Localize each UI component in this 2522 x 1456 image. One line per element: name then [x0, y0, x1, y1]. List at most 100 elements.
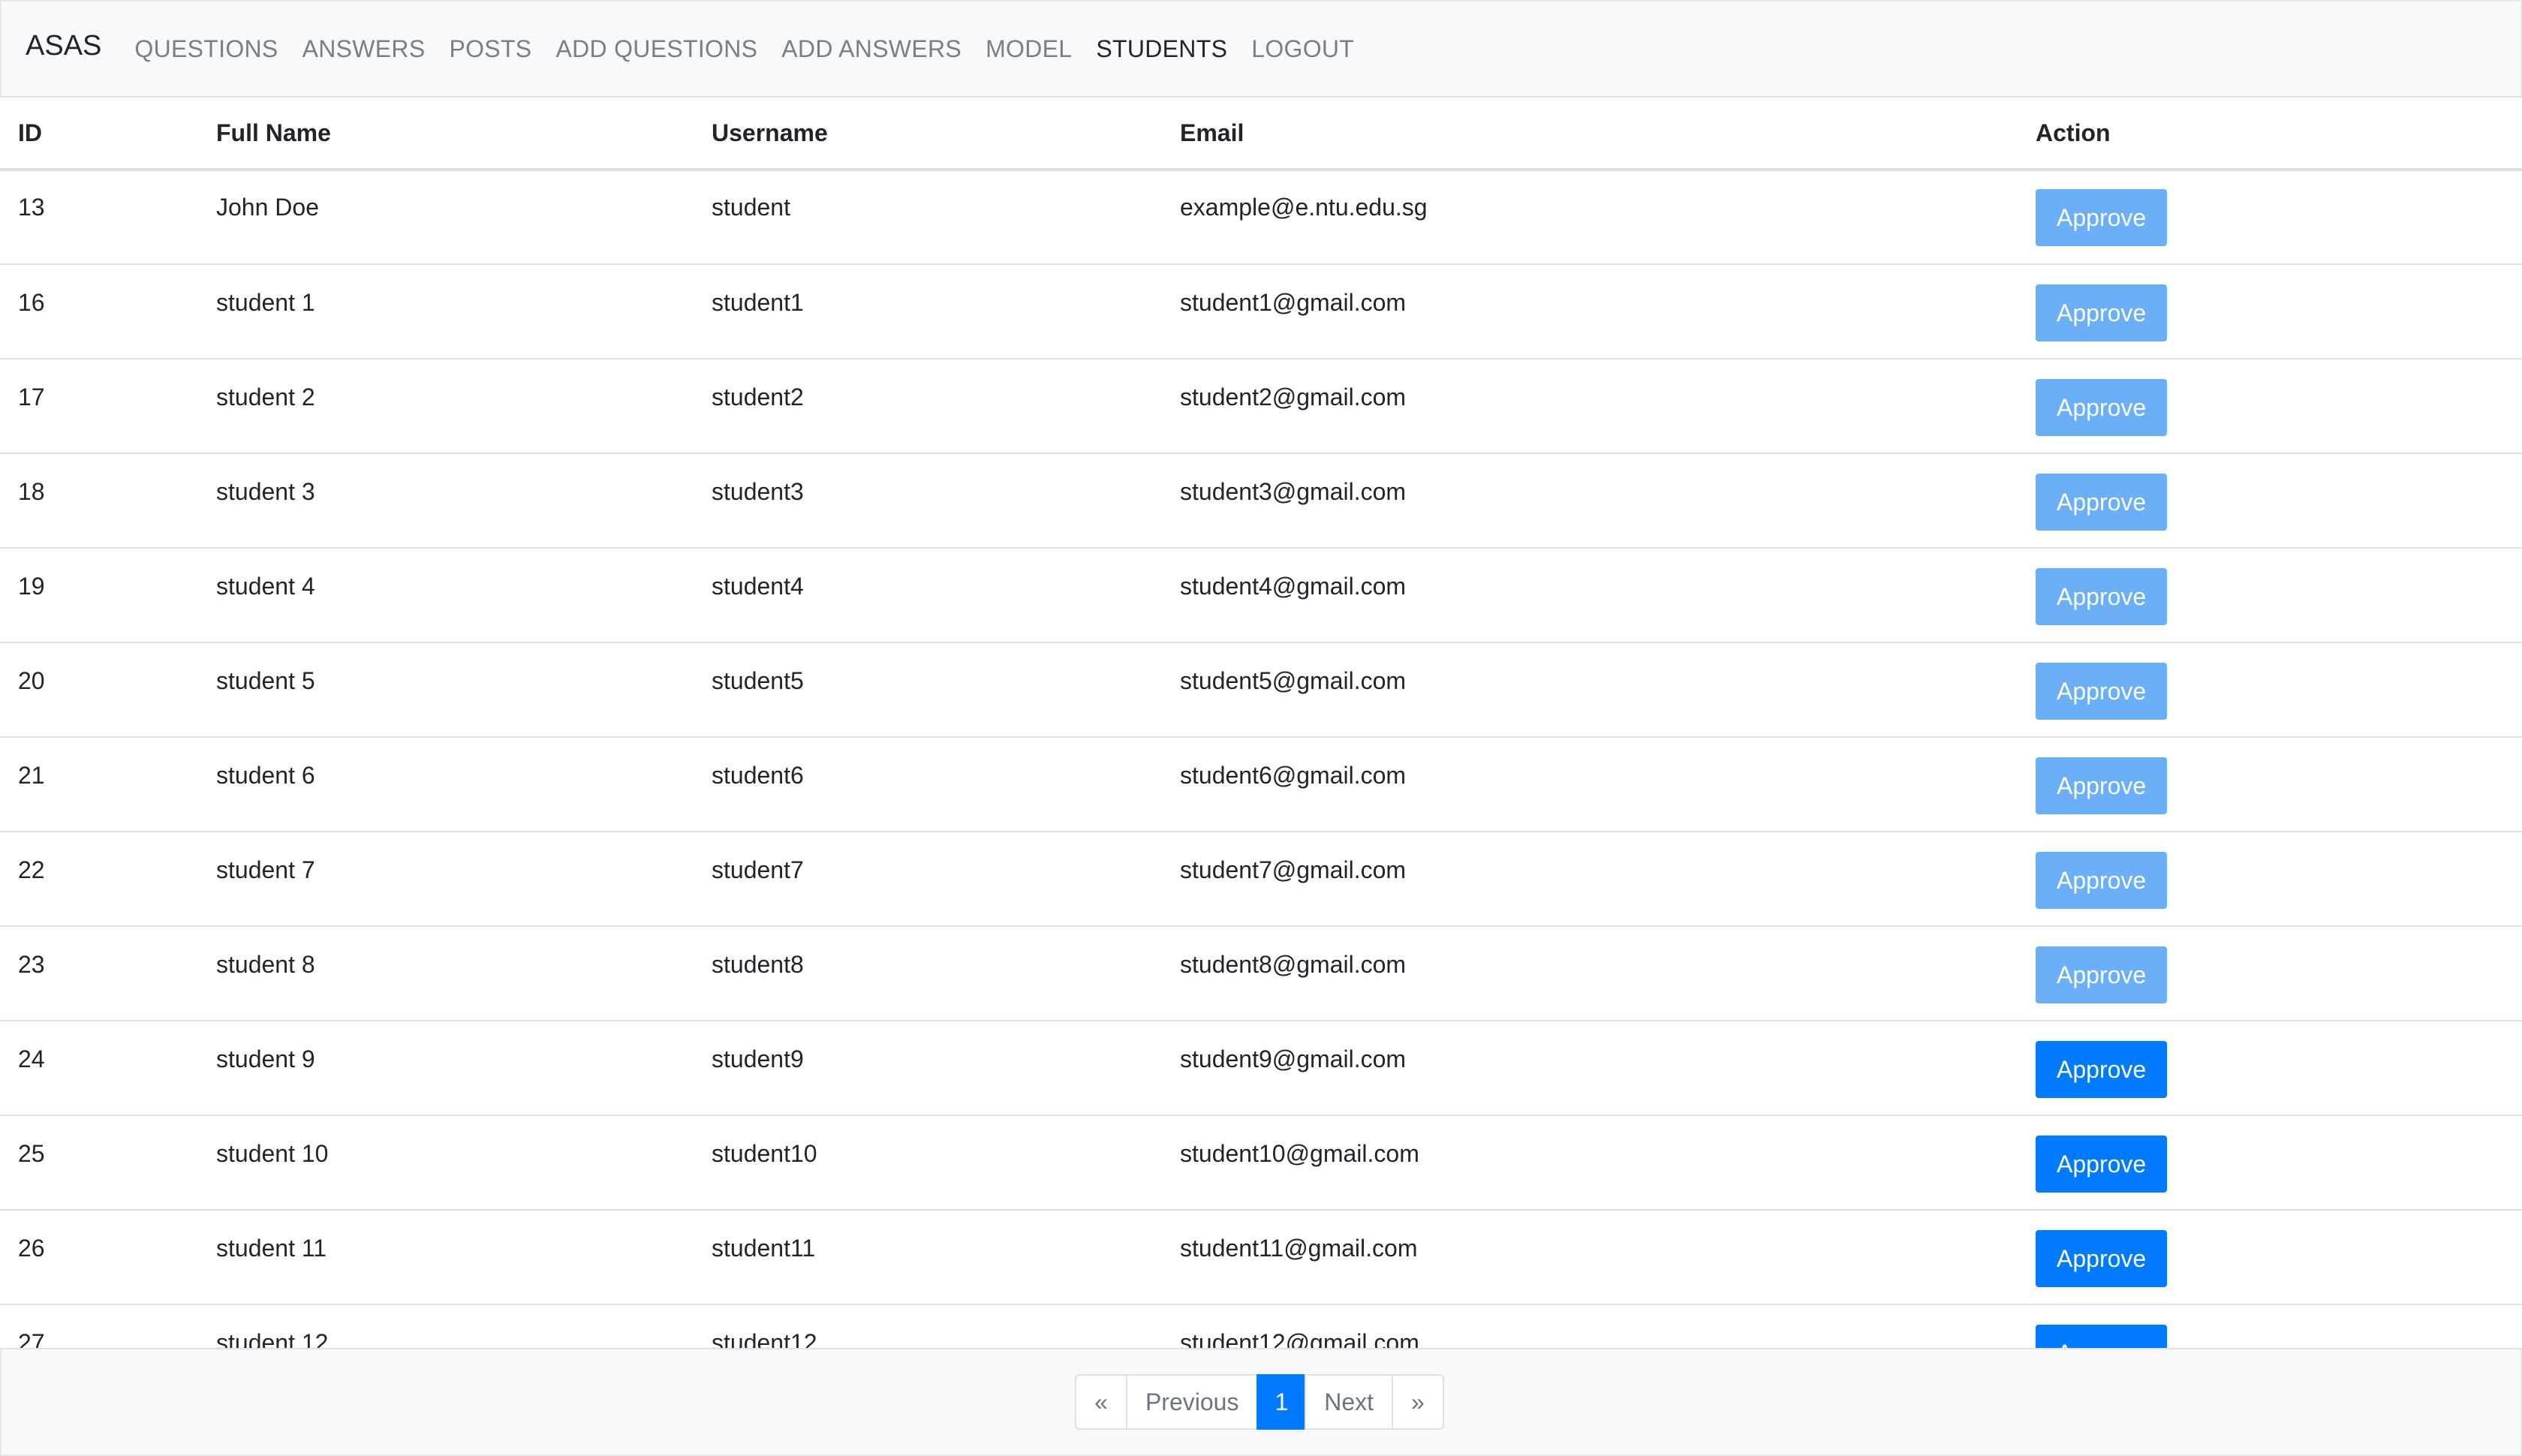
cell-full-name: student 1 [198, 263, 694, 359]
cell-action: Approve [2018, 642, 2522, 737]
table-row: 17 student 2 student2 student2@gmail.com App… [0, 358, 2522, 453]
cell-username: student3 [694, 453, 1162, 548]
cell-action: Approve [2018, 358, 2522, 453]
first-page-button[interactable]: « [1075, 1374, 1127, 1430]
cell-id: 25 [0, 1115, 198, 1210]
cell-email: student4@gmail.com [1162, 547, 2018, 642]
table-row: 21 student 6 student6 student6@gmail.com App… [0, 736, 2522, 832]
nav-links: QUESTIONS ANSWERS POSTS ADD QUESTIONS AD… [134, 35, 1378, 63]
cell-action: Approve [2018, 1115, 2522, 1210]
cell-id: 18 [0, 453, 198, 548]
cell-full-name: student 12 [198, 1304, 694, 1348]
cell-username: student2 [694, 358, 1162, 453]
last-page-button[interactable]: » [1392, 1374, 1444, 1430]
cell-full-name: student 7 [198, 831, 694, 926]
table-header-row: ID Full Name Username Email Action [0, 98, 2522, 171]
approve-button[interactable]: Approve [2036, 474, 2168, 531]
nav-link-questions[interactable]: QUESTIONS [134, 35, 278, 63]
previous-page-button[interactable]: Previous [1125, 1374, 1259, 1430]
approve-button[interactable]: Approve [2036, 284, 2168, 341]
approve-button[interactable]: Approve [2036, 852, 2168, 909]
cell-username: student7 [694, 831, 1162, 926]
approve-button[interactable]: Approve [2036, 1230, 2168, 1287]
approve-button[interactable]: Approve [2036, 1325, 2168, 1348]
nav-link-posts[interactable]: POSTS [449, 35, 531, 63]
cell-action: Approve [2018, 263, 2522, 359]
cell-action: Approve [2018, 453, 2522, 548]
approve-button[interactable]: Approve [2036, 663, 2168, 720]
cell-full-name: John Doe [216, 194, 319, 221]
approve-button[interactable]: Approve [2036, 1136, 2168, 1193]
cell-username: student4 [694, 547, 1162, 642]
cell-username: student11 [694, 1209, 1162, 1304]
table-row: 25 student 10 student10 student10@gmail.com… [0, 1115, 2522, 1210]
cell-email: student9@gmail.com [1162, 1020, 2018, 1115]
nav-link-logout[interactable]: LOGOUT [1251, 35, 1354, 63]
table-row: 26 student 11 student11 student11@gmail.com… [0, 1209, 2522, 1304]
table-row: 23 student 8 student8 student8@gmail.com App… [0, 925, 2522, 1021]
cell-username: student9 [694, 1020, 1162, 1115]
students-table: ID Full Name Username Email Action 13 Joh… [0, 98, 2522, 1348]
cell-action: Approve [2018, 547, 2522, 642]
cell-id: 16 [0, 263, 198, 359]
approve-button[interactable]: Approve [2036, 379, 2168, 436]
cell-action: Approve [2018, 1020, 2522, 1115]
cell-action: Approve [2018, 925, 2522, 1021]
cell-action: Approve [2018, 736, 2522, 832]
column-header-id: ID [0, 98, 198, 171]
cell-username: student10 [694, 1115, 1162, 1210]
table-row: 20 student 5 student5 student5@gmail.com App… [0, 642, 2522, 737]
approve-button[interactable]: Approve [2036, 1041, 2168, 1098]
cell-full-name: student 10 [198, 1115, 694, 1210]
cell-id: 27 [0, 1304, 198, 1348]
table-row: 19 student 4 student4 student4@gmail.com App… [0, 547, 2522, 642]
approve-button[interactable]: Approve [2036, 568, 2168, 625]
brand-logo[interactable]: ASAS [26, 30, 101, 62]
table-row: 18 student 3 student3 student3@gmail.com App… [0, 453, 2522, 548]
cell-username: student1 [694, 263, 1162, 359]
cell-email: student3@gmail.com [1162, 453, 2018, 548]
table-row: 27 student 12 student12 student12@gmail.com… [0, 1304, 2522, 1348]
cell-full-name: student 3 [198, 453, 694, 548]
cell-email: student7@gmail.com [1162, 831, 2018, 926]
cell-id: 24 [0, 1020, 198, 1115]
cell-action: Approve [2018, 1209, 2522, 1304]
students-table-container[interactable]: ID Full Name Username Email Action 13 Joh… [0, 98, 2522, 1348]
column-header-username: Username [694, 98, 1162, 171]
table-row: 13 John Doe student example@e.ntu.edu.sg App… [0, 170, 2522, 264]
approve-button[interactable]: Approve [2036, 189, 2168, 246]
table-body: 13 John Doe student example@e.ntu.edu.sg App… [0, 170, 2522, 1348]
table-row: 24 student 9 student9 student9@gmail.com App… [0, 1020, 2522, 1115]
cell-email: student2@gmail.com [1162, 358, 2018, 453]
cell-full-name: student 2 [198, 358, 694, 453]
cell-full-name: student 6 [198, 736, 694, 832]
top-navbar: ASAS QUESTIONS ANSWERS POSTS ADD QUESTIO… [0, 0, 2522, 98]
cell-username: student [712, 194, 790, 221]
cell-action: Approve [2018, 1304, 2522, 1348]
cell-email: example@e.ntu.edu.sg [1180, 194, 1428, 221]
cell-username: student8 [694, 925, 1162, 1021]
approve-button[interactable]: Approve [2036, 757, 2168, 814]
cell-id: 13 [18, 194, 45, 221]
cell-action: Approve [2018, 831, 2522, 926]
cell-id: 26 [0, 1209, 198, 1304]
table-row: 22 student 7 student7 student7@gmail.com App… [0, 831, 2522, 926]
cell-email: student5@gmail.com [1162, 642, 2018, 737]
current-page-button[interactable]: 1 [1256, 1374, 1307, 1430]
nav-link-students[interactable]: STUDENTS [1096, 35, 1227, 63]
cell-username: student12 [694, 1304, 1162, 1348]
cell-full-name: student 8 [198, 925, 694, 1021]
nav-link-model[interactable]: MODEL [986, 35, 1072, 63]
nav-link-add-questions[interactable]: ADD QUESTIONS [555, 35, 757, 63]
cell-email: student8@gmail.com [1162, 925, 2018, 1021]
column-header-action: Action [2018, 98, 2522, 171]
cell-id: 23 [0, 925, 198, 1021]
nav-link-answers[interactable]: ANSWERS [302, 35, 426, 63]
table-row: 16 student 1 student1 student1@gmail.com App… [0, 263, 2522, 359]
cell-username: student5 [694, 642, 1162, 737]
next-page-button[interactable]: Next [1305, 1374, 1394, 1430]
approve-button[interactable]: Approve [2036, 946, 2168, 1003]
cell-full-name: student 5 [198, 642, 694, 737]
cell-username: student6 [694, 736, 1162, 832]
nav-link-add-answers[interactable]: ADD ANSWERS [781, 35, 962, 63]
